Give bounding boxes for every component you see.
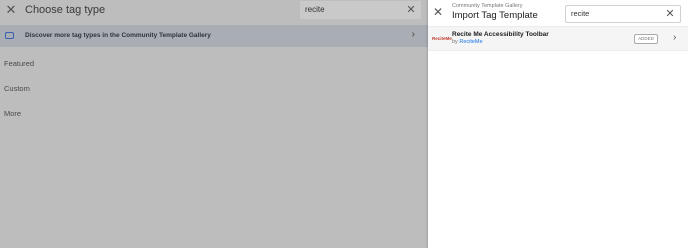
close-icon[interactable]: ✕ [5,3,17,17]
choose-tag-type-header: ✕ Choose tag type recite ✕ [0,0,428,22]
template-name: Recite Me Accessibility Toolbar [452,31,549,38]
search-field[interactable]: recite ✕ [300,1,421,19]
section-custom: Custom [4,84,30,93]
panel-subtitle: Community Template Gallery [452,3,523,9]
panel-title: Import Tag Template [452,10,538,21]
gallery-link-label: Discover more tag types in the Community… [25,32,211,39]
search-input[interactable]: recite [305,4,325,15]
community-gallery-link[interactable]: Discover more tag types in the Community… [0,25,428,47]
clear-search-icon[interactable]: ✕ [405,3,417,17]
added-badge: ADDED [634,34,658,44]
section-featured: Featured [4,59,35,68]
tag-icon [5,32,14,39]
reciteme-logo: ReciteMe [432,36,452,41]
choose-tag-type-panel: ✕ Choose tag type recite ✕ Discover more… [0,0,428,248]
chevron-right-icon: › [411,29,415,40]
close-icon[interactable]: ✕ [432,5,444,19]
chevron-right-icon[interactable]: › [673,32,676,44]
template-author-line: by ReciteMe [452,39,483,46]
page-title: Choose tag type [25,4,106,16]
section-more: More [4,109,22,118]
import-tag-template-panel: ✕ Community Template Gallery Import Tag … [428,0,688,248]
template-search-field[interactable]: recite ✕ [565,5,681,23]
template-search-input[interactable]: recite [571,9,589,19]
template-result-row[interactable]: ReciteMe Recite Me Accessibility Toolbar… [428,26,688,51]
author-prefix: by [452,39,458,45]
clear-search-icon[interactable]: ✕ [664,7,676,21]
author-link[interactable]: ReciteMe [459,39,482,45]
